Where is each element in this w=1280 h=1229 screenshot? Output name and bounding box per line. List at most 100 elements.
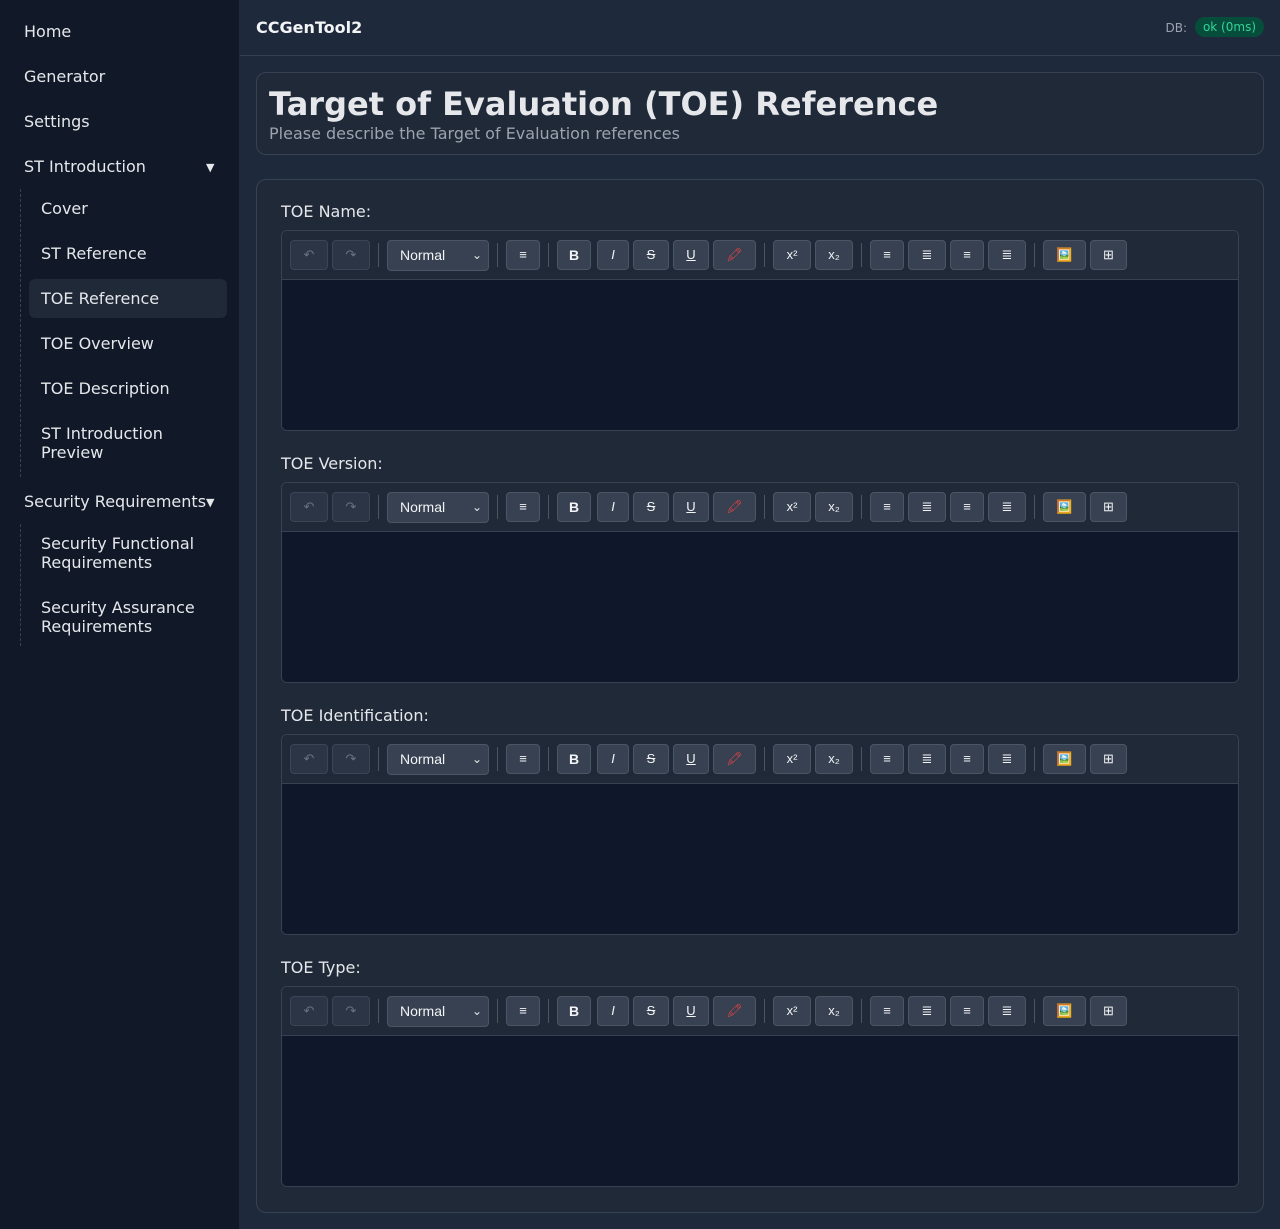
- bold-button[interactable]: B: [557, 996, 591, 1026]
- align-center-button[interactable]: ≣: [908, 996, 946, 1026]
- align-justify-button[interactable]: ≣: [988, 996, 1026, 1026]
- nav-group-label: Security Requirements: [24, 492, 207, 511]
- subscript-button[interactable]: x₂: [815, 492, 853, 522]
- toolbar-divider: [764, 747, 765, 771]
- strikethrough-button[interactable]: S: [633, 744, 669, 774]
- toolbar-divider: [378, 495, 379, 519]
- sidebar-item-security-assurance-requirements[interactable]: Security Assurance Requirements: [29, 588, 219, 646]
- sidebar-item-toe-overview[interactable]: TOE Overview: [29, 324, 227, 363]
- undo-button[interactable]: ↶: [290, 744, 328, 774]
- align-justify-button[interactable]: ≣: [988, 492, 1026, 522]
- subscript-button[interactable]: x₂: [815, 744, 853, 774]
- editor-content[interactable]: [282, 280, 1238, 430]
- table-icon[interactable]: ⊞: [1090, 240, 1127, 270]
- align-left-button[interactable]: ≡: [870, 492, 904, 522]
- editor-content[interactable]: [282, 532, 1238, 682]
- italic-button[interactable]: I: [597, 492, 629, 522]
- align-justify-button[interactable]: ≣: [988, 240, 1026, 270]
- strikethrough-button[interactable]: S: [633, 240, 669, 270]
- format-select-value: Normal: [400, 499, 446, 515]
- undo-button[interactable]: ↶: [290, 996, 328, 1026]
- format-select[interactable]: Normal ⌄: [387, 744, 489, 775]
- align-right-button[interactable]: ≡: [950, 744, 984, 774]
- format-select-value: Normal: [400, 1003, 446, 1019]
- align-right-button[interactable]: ≡: [950, 996, 984, 1026]
- align-right-button[interactable]: ≡: [950, 240, 984, 270]
- sidebar-item-cover[interactable]: Cover: [29, 189, 227, 228]
- underline-button[interactable]: U: [673, 492, 709, 522]
- table-icon[interactable]: ⊞: [1090, 492, 1127, 522]
- bold-button[interactable]: B: [557, 744, 591, 774]
- form-card: TOE Name: ↶ ↷ Normal ⌄ ≡ B I S U 🖍 x² x₂…: [256, 179, 1264, 1213]
- nav-home[interactable]: Home: [0, 9, 239, 54]
- superscript-button[interactable]: x²: [773, 492, 811, 522]
- sidebar: Home Generator Settings ST Introduction …: [0, 0, 240, 1229]
- bold-button[interactable]: B: [557, 492, 591, 522]
- table-icon[interactable]: ⊞: [1090, 996, 1127, 1026]
- editor-field: TOE Version: ↶ ↷ Normal ⌄ ≡ B I S U 🖍 x²: [281, 454, 1239, 683]
- highlight-icon[interactable]: 🖍: [713, 744, 756, 774]
- page-subtitle: Please describe the Target of Evaluation…: [269, 124, 680, 143]
- italic-button[interactable]: I: [597, 996, 629, 1026]
- undo-button[interactable]: ↶: [290, 492, 328, 522]
- clear-format-button[interactable]: ≡: [506, 492, 540, 522]
- subscript-button[interactable]: x₂: [815, 996, 853, 1026]
- format-select[interactable]: Normal ⌄: [387, 492, 489, 523]
- underline-button[interactable]: U: [673, 744, 709, 774]
- app-title: CCGenTool2: [256, 18, 363, 37]
- nav-group-st-introduction[interactable]: ST Introduction ▼: [0, 144, 239, 189]
- format-select-value: Normal: [400, 247, 446, 263]
- nav-settings[interactable]: Settings: [0, 99, 239, 144]
- sidebar-item-st-introduction-preview[interactable]: ST Introduction Preview: [29, 414, 189, 472]
- superscript-button[interactable]: x²: [773, 996, 811, 1026]
- sidebar-item-toe-description[interactable]: TOE Description: [29, 369, 227, 408]
- align-center-button[interactable]: ≣: [908, 744, 946, 774]
- image-icon[interactable]: 🖼️: [1043, 492, 1086, 522]
- italic-button[interactable]: I: [597, 744, 629, 774]
- toolbar-divider: [861, 747, 862, 771]
- clear-format-button[interactable]: ≡: [506, 744, 540, 774]
- redo-button[interactable]: ↷: [332, 240, 370, 270]
- nav-generator[interactable]: Generator: [0, 54, 239, 99]
- subnav-security-requirements: Security Functional Requirements Securit…: [20, 524, 239, 646]
- highlight-icon[interactable]: 🖍: [713, 996, 756, 1026]
- subscript-button[interactable]: x₂: [815, 240, 853, 270]
- highlight-icon[interactable]: 🖍: [713, 240, 756, 270]
- redo-button[interactable]: ↷: [332, 492, 370, 522]
- align-left-button[interactable]: ≡: [870, 744, 904, 774]
- format-select[interactable]: Normal ⌄: [387, 240, 489, 271]
- nav-group-security-requirements[interactable]: Security Requirements ▼: [0, 479, 239, 524]
- underline-button[interactable]: U: [673, 996, 709, 1026]
- db-label: DB:: [1165, 21, 1187, 35]
- sidebar-item-security-functional-requirements[interactable]: Security Functional Requirements: [29, 524, 219, 582]
- image-icon[interactable]: 🖼️: [1043, 240, 1086, 270]
- redo-button[interactable]: ↷: [332, 996, 370, 1026]
- redo-button[interactable]: ↷: [332, 744, 370, 774]
- align-right-button[interactable]: ≡: [950, 492, 984, 522]
- strikethrough-button[interactable]: S: [633, 996, 669, 1026]
- strikethrough-button[interactable]: S: [633, 492, 669, 522]
- clear-format-button[interactable]: ≡: [506, 996, 540, 1026]
- sidebar-item-toe-reference[interactable]: TOE Reference: [29, 279, 227, 318]
- bold-button[interactable]: B: [557, 240, 591, 270]
- clear-format-button[interactable]: ≡: [506, 240, 540, 270]
- sidebar-item-st-reference[interactable]: ST Reference: [29, 234, 227, 273]
- italic-button[interactable]: I: [597, 240, 629, 270]
- align-center-button[interactable]: ≣: [908, 240, 946, 270]
- table-icon[interactable]: ⊞: [1090, 744, 1127, 774]
- chevron-down-icon: ⌄: [471, 248, 482, 262]
- image-icon[interactable]: 🖼️: [1043, 996, 1086, 1026]
- align-justify-button[interactable]: ≣: [988, 744, 1026, 774]
- editor-content[interactable]: [282, 784, 1238, 934]
- align-left-button[interactable]: ≡: [870, 240, 904, 270]
- undo-button[interactable]: ↶: [290, 240, 328, 270]
- underline-button[interactable]: U: [673, 240, 709, 270]
- align-center-button[interactable]: ≣: [908, 492, 946, 522]
- image-icon[interactable]: 🖼️: [1043, 744, 1086, 774]
- superscript-button[interactable]: x²: [773, 744, 811, 774]
- align-left-button[interactable]: ≡: [870, 996, 904, 1026]
- format-select[interactable]: Normal ⌄: [387, 996, 489, 1027]
- superscript-button[interactable]: x²: [773, 240, 811, 270]
- editor-content[interactable]: [282, 1036, 1238, 1186]
- highlight-icon[interactable]: 🖍: [713, 492, 756, 522]
